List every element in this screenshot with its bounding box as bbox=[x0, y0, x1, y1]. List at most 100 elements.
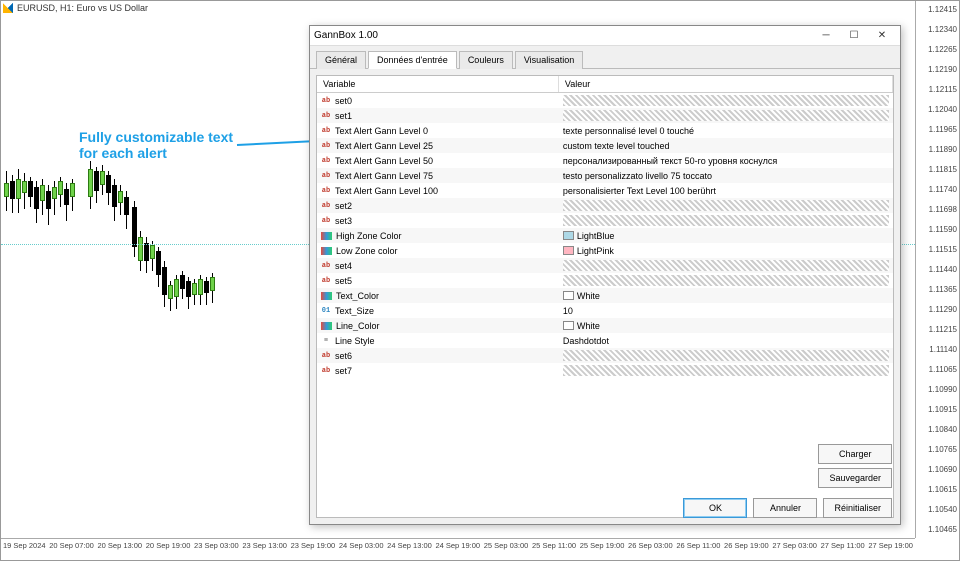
column-header-variable[interactable]: Variable bbox=[317, 76, 559, 92]
properties-grid: Variable Valeur abset0abset1abText Alert… bbox=[316, 75, 894, 518]
property-value[interactable]: personalisierter Text Level 100 berührt bbox=[559, 186, 893, 196]
property-value-text: 10 bbox=[563, 306, 573, 316]
hatch-placeholder bbox=[563, 350, 889, 361]
property-value[interactable] bbox=[559, 110, 893, 121]
property-value[interactable] bbox=[559, 215, 893, 226]
property-value[interactable]: 10 bbox=[559, 306, 893, 316]
price-tick: 1.11590 bbox=[918, 225, 957, 234]
property-row[interactable]: abText Alert Gann Level 75testo personal… bbox=[317, 168, 893, 183]
property-row[interactable]: abset2 bbox=[317, 198, 893, 213]
time-tick: 27 Sep 03:00 bbox=[772, 541, 817, 560]
property-row[interactable]: abset0 bbox=[317, 93, 893, 108]
property-value[interactable] bbox=[559, 95, 893, 106]
tab-visualisation[interactable]: Visualisation bbox=[515, 51, 583, 69]
property-value[interactable]: custom texte level touched bbox=[559, 141, 893, 151]
property-row[interactable]: abset5 bbox=[317, 273, 893, 288]
property-value[interactable] bbox=[559, 200, 893, 211]
time-tick: 23 Sep 13:00 bbox=[242, 541, 287, 560]
price-tick: 1.11140 bbox=[918, 345, 957, 354]
dialog-tabs: GénéralDonnées d'entréeCouleursVisualisa… bbox=[310, 46, 900, 69]
ab-type-icon: ab bbox=[321, 141, 331, 150]
price-tick: 1.12040 bbox=[918, 105, 957, 114]
property-name: set6 bbox=[335, 351, 352, 361]
ab-type-icon: ab bbox=[321, 216, 331, 225]
mt-logo-icon bbox=[3, 3, 13, 13]
property-row[interactable]: Line_ColorWhite bbox=[317, 318, 893, 333]
candlestick-area bbox=[5, 151, 225, 421]
load-button[interactable]: Charger bbox=[818, 444, 892, 464]
ok-button[interactable]: OK bbox=[683, 498, 747, 518]
property-row[interactable]: 01Text_Size10 bbox=[317, 303, 893, 318]
property-row[interactable]: abset6 bbox=[317, 348, 893, 363]
property-name: set7 bbox=[335, 366, 352, 376]
gannbox-dialog: GannBox 1.00 ─ ☐ ✕ GénéralDonnées d'entr… bbox=[309, 25, 901, 525]
grid-header: Variable Valeur bbox=[317, 76, 893, 93]
maximize-button[interactable]: ☐ bbox=[840, 27, 868, 45]
hatch-placeholder bbox=[563, 275, 889, 286]
ab-type-icon: ab bbox=[321, 186, 331, 195]
time-tick: 24 Sep 03:00 bbox=[339, 541, 384, 560]
ab-type-icon: ab bbox=[321, 261, 331, 270]
reset-button[interactable]: Réinitialiser bbox=[823, 498, 892, 518]
tab-donn-es-d-entr-e[interactable]: Données d'entrée bbox=[368, 51, 457, 69]
property-value-text: texte personnalisé level 0 touché bbox=[563, 126, 694, 136]
dialog-titlebar[interactable]: GannBox 1.00 ─ ☐ ✕ bbox=[310, 26, 900, 46]
property-value[interactable]: White bbox=[559, 291, 893, 301]
price-tick: 1.11290 bbox=[918, 305, 957, 314]
property-row[interactable]: Low Zone color LightPink bbox=[317, 243, 893, 258]
property-value[interactable]: White bbox=[559, 321, 893, 331]
property-value-text: персонализированный текст 50-го уровня к… bbox=[563, 156, 777, 166]
property-name: Text Alert Gann Level 75 bbox=[335, 171, 433, 181]
property-value[interactable]: testo personalizzato livello 75 toccato bbox=[559, 171, 893, 181]
time-tick: 26 Sep 11:00 bbox=[676, 541, 720, 560]
property-row[interactable]: High Zone ColorLightBlue bbox=[317, 228, 893, 243]
price-tick: 1.12265 bbox=[918, 45, 957, 54]
property-row[interactable]: abText Alert Gann Level 100personalisier… bbox=[317, 183, 893, 198]
property-row[interactable]: ab Text Alert Gann Level 50 персонализиров… bbox=[317, 153, 893, 168]
property-name: Text Alert Gann Level 50 bbox=[335, 156, 433, 166]
property-value[interactable]: LightBlue bbox=[559, 231, 893, 241]
ab-type-icon: ab bbox=[321, 96, 331, 105]
property-value-text: custom texte level touched bbox=[563, 141, 670, 151]
price-tick: 1.10840 bbox=[918, 425, 957, 434]
property-row[interactable]: abText Alert Gann Level 0texte personnal… bbox=[317, 123, 893, 138]
property-row[interactable]: ≡Line StyleDashdotdot bbox=[317, 333, 893, 348]
ab-type-icon: ab bbox=[321, 156, 331, 165]
property-row[interactable]: ab Text Alert Gann Level 25 custom texte l… bbox=[317, 138, 893, 153]
column-header-value[interactable]: Valeur bbox=[559, 76, 893, 92]
property-name: set1 bbox=[335, 111, 352, 121]
property-value[interactable] bbox=[559, 275, 893, 286]
time-tick: 19 Sep 2024 bbox=[3, 541, 46, 560]
property-value-text: personalisierter Text Level 100 berührt bbox=[563, 186, 716, 196]
property-value[interactable] bbox=[559, 350, 893, 361]
property-value[interactable]: LightPink bbox=[559, 246, 893, 256]
property-value[interactable] bbox=[559, 365, 893, 376]
price-tick: 1.11890 bbox=[918, 145, 957, 154]
property-value[interactable] bbox=[559, 260, 893, 271]
cancel-button[interactable]: Annuler bbox=[753, 498, 817, 518]
property-value[interactable]: персонализированный текст 50-го уровня к… bbox=[559, 156, 893, 166]
property-value[interactable]: Dashdotdot bbox=[559, 336, 893, 346]
property-name: Low Zone color bbox=[336, 246, 398, 256]
price-tick: 1.12415 bbox=[918, 5, 957, 14]
price-tick: 1.11065 bbox=[918, 365, 957, 374]
minimize-button[interactable]: ─ bbox=[812, 27, 840, 45]
hatch-placeholder bbox=[563, 200, 889, 211]
property-row[interactable]: abset4 bbox=[317, 258, 893, 273]
time-tick: 24 Sep 19:00 bbox=[435, 541, 480, 560]
close-button[interactable]: ✕ bbox=[868, 27, 896, 45]
price-tick: 1.10540 bbox=[918, 505, 957, 514]
color-type-icon bbox=[321, 247, 332, 255]
price-tick: 1.10990 bbox=[918, 385, 957, 394]
tab-g-n-ral[interactable]: Général bbox=[316, 51, 366, 69]
property-row[interactable]: abset7 bbox=[317, 363, 893, 378]
save-button[interactable]: Sauvegarder bbox=[818, 468, 892, 488]
tab-couleurs[interactable]: Couleurs bbox=[459, 51, 513, 69]
property-name: Text Alert Gann Level 25 bbox=[335, 141, 433, 151]
property-row[interactable]: Text_ColorWhite bbox=[317, 288, 893, 303]
price-tick: 1.11215 bbox=[918, 325, 957, 334]
property-value-text: White bbox=[577, 291, 600, 301]
property-row[interactable]: abset3 bbox=[317, 213, 893, 228]
property-value[interactable]: texte personnalisé level 0 touché bbox=[559, 126, 893, 136]
property-row[interactable]: abset1 bbox=[317, 108, 893, 123]
